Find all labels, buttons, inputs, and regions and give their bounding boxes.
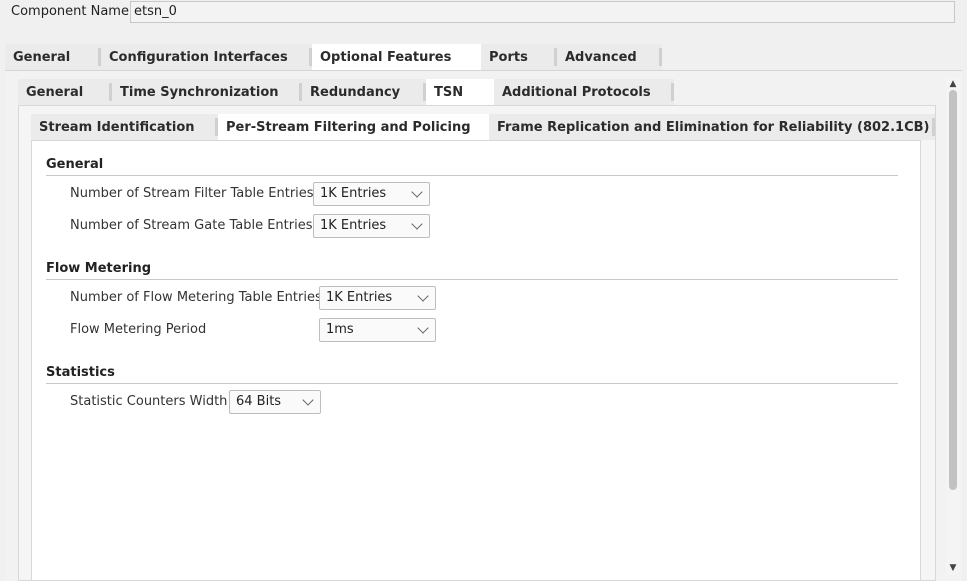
tab-ports[interactable]: Ports	[481, 44, 557, 70]
stream-gate-entries-value: 1K Entries	[320, 218, 387, 233]
section-divider	[46, 383, 898, 384]
tab-time-synchronization[interactable]: Time Synchronization	[112, 79, 302, 105]
tab-per-stream-filtering[interactable]: Per-Stream Filtering and Policing	[218, 114, 489, 140]
tab-optional-features[interactable]: Optional Features	[312, 44, 481, 70]
component-name-input[interactable]: etsn_0	[130, 1, 955, 23]
chevron-down-icon	[411, 218, 423, 230]
statistic-counters-width-select[interactable]: 64 Bits	[229, 390, 321, 414]
statistic-counters-width-label: Statistic Counters Width	[70, 394, 228, 409]
stream-gate-entries-label: Number of Stream Gate Table Entries	[70, 218, 313, 233]
scrollbar-thumb[interactable]	[949, 90, 957, 490]
flow-metering-period-select[interactable]: 1ms	[319, 318, 436, 342]
flow-metering-period-value: 1ms	[326, 322, 354, 337]
chevron-down-icon	[417, 322, 429, 334]
scroll-up-icon[interactable]: ▲	[946, 79, 960, 89]
optional-features-tab-bar: General Time Synchronization Redundancy …	[18, 79, 674, 105]
main-tab-bar: General Configuration Interfaces Optiona…	[5, 44, 662, 70]
section-divider	[46, 279, 898, 280]
psfp-panel	[31, 140, 921, 581]
stream-gate-entries-select[interactable]: 1K Entries	[313, 214, 430, 238]
tab-additional-protocols[interactable]: Additional Protocols	[494, 79, 674, 105]
tab-redundancy[interactable]: Redundancy	[302, 79, 426, 105]
component-name-label: Component Name	[11, 4, 129, 19]
flow-metering-entries-select[interactable]: 1K Entries	[319, 286, 436, 310]
tsn-tab-bar: Stream Identification Per-Stream Filteri…	[31, 114, 935, 140]
chevron-down-icon	[302, 394, 314, 406]
tab-advanced[interactable]: Advanced	[557, 44, 662, 70]
tab-stream-identification[interactable]: Stream Identification	[31, 114, 218, 140]
scroll-down-icon[interactable]: ▼	[946, 563, 960, 573]
stream-filter-entries-label: Number of Stream Filter Table Entries	[70, 186, 314, 201]
flow-metering-period-label: Flow Metering Period	[70, 322, 207, 337]
stream-filter-entries-select[interactable]: 1K Entries	[313, 182, 430, 206]
tab-tsn[interactable]: TSN	[426, 79, 494, 105]
chevron-down-icon	[411, 186, 423, 198]
section-title-flow-metering: Flow Metering	[46, 261, 152, 276]
statistic-counters-width-value: 64 Bits	[236, 394, 282, 409]
chevron-down-icon	[417, 290, 429, 302]
tab-general[interactable]: General	[5, 44, 101, 70]
flow-metering-entries-value: 1K Entries	[326, 290, 393, 305]
tab-frame-replication[interactable]: Frame Replication and Elimination for Re…	[489, 114, 935, 140]
section-title-statistics: Statistics	[46, 365, 115, 380]
stream-filter-entries-value: 1K Entries	[320, 186, 387, 201]
tab-general-sub[interactable]: General	[18, 79, 112, 105]
section-divider	[46, 175, 898, 176]
flow-metering-entries-label: Number of Flow Metering Table Entries	[70, 290, 322, 305]
section-title-general: General	[46, 157, 104, 172]
tab-configuration-interfaces[interactable]: Configuration Interfaces	[101, 44, 312, 70]
